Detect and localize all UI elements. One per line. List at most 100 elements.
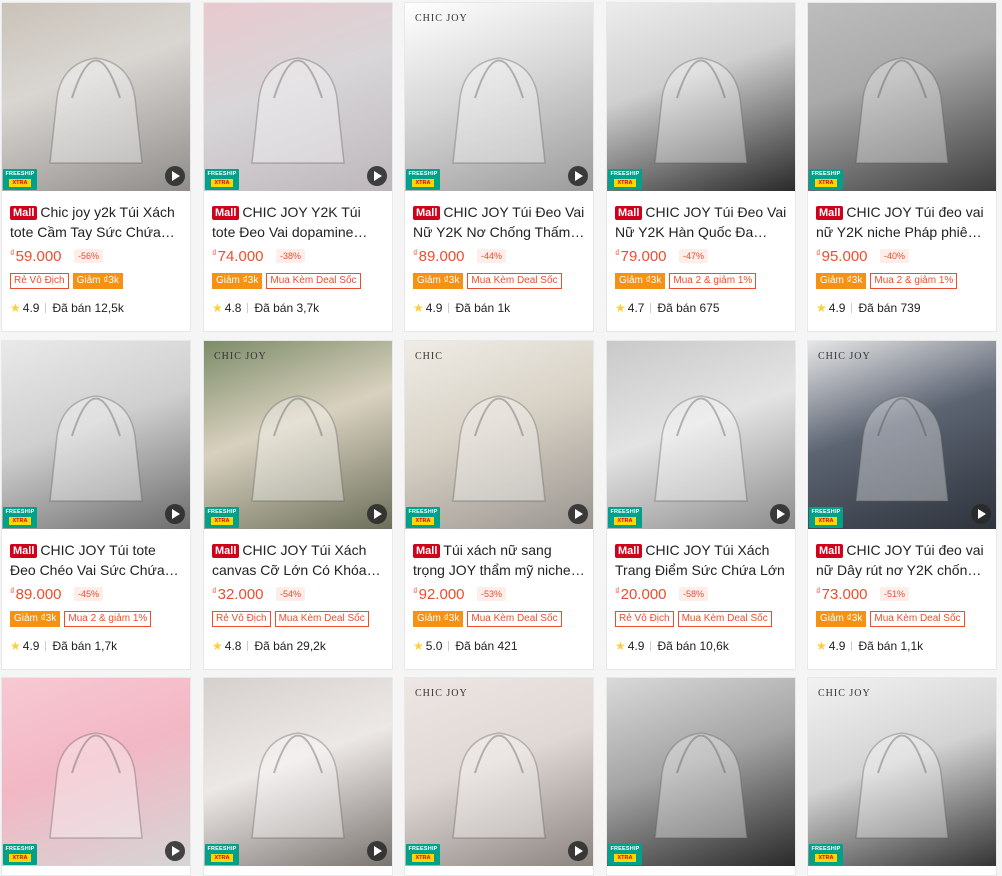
product-price: 89.000 — [15, 586, 62, 603]
product-title[interactable]: Mall CHIC JOY Túi đeo vai nữ Dây rút nơ Y… — [816, 540, 988, 580]
product-title[interactable]: Mall CHIC JOY Túi Xách canvas Cỡ Lớn Có K… — [212, 540, 384, 580]
product-title[interactable]: Mall Chic joy y2k Túi Xách tote Cầm Tay S… — [10, 202, 182, 242]
product-card[interactable]: FREESHIP XTRA Mall CHIC JOY Túi tote Đeo … — [1, 340, 191, 670]
bag-illustration — [855, 57, 949, 164]
currency-symbol: ₫ — [10, 248, 15, 258]
promo-tags: Rẻ Vô Địch Giảm ₫3k — [10, 273, 127, 289]
promo-tag: Giảm ₫3k — [10, 611, 61, 627]
product-image[interactable]: FREESHIP XTRA — [2, 678, 190, 866]
divider — [650, 303, 652, 313]
product-card[interactable]: CHIC FREESHIP XTRA Mall Túi xách nữ sang … — [404, 340, 594, 670]
play-video-icon[interactable] — [367, 504, 387, 524]
rating-row: ★ 4.9 Đã bán 1k — [413, 301, 510, 315]
freeship-xtra-badge: FREESHIP XTRA — [3, 169, 37, 190]
promo-tags: Giảm ₫3k Mua 2 & giảm 1% — [10, 611, 155, 627]
product-image[interactable]: CHIC JOY FREESHIP XTRA — [405, 678, 593, 866]
product-card[interactable]: FREESHIP XTRA Mall CHIC JOY Túi đeo vai n… — [807, 2, 997, 332]
play-video-icon[interactable] — [568, 504, 588, 524]
product-image[interactable]: CHIC JOY FREESHIP XTRA — [808, 678, 996, 866]
bag-illustration — [855, 732, 949, 839]
product-image[interactable]: FREESHIP XTRA — [607, 678, 795, 866]
rating-row: ★ 4.9 Đã bán 12,5k — [10, 301, 124, 315]
star-icon: ★ — [413, 639, 424, 653]
product-image[interactable]: FREESHIP XTRA — [607, 341, 795, 529]
bag-illustration — [452, 57, 546, 164]
play-video-icon[interactable] — [568, 166, 588, 186]
product-card[interactable]: FREESHIP XTRA — [1, 677, 191, 876]
bag-illustration — [654, 57, 748, 164]
rating-value: 4.9 — [828, 639, 846, 653]
promo-tags: Giảm ₫3k Mua Kèm Deal Sốc — [816, 611, 969, 627]
price-row: ₫59.000 -56% — [10, 248, 103, 268]
product-title[interactable]: Mall CHIC JOY Túi Xách Trang Điểm Sức Chứ… — [615, 540, 787, 580]
product-image[interactable]: FREESHIP XTRA — [808, 3, 996, 191]
rating-row: ★ 4.9 Đã bán 1,7k — [10, 639, 117, 653]
divider — [851, 641, 853, 651]
sold-count: Đã bán 421 — [455, 639, 518, 653]
play-video-icon[interactable] — [367, 166, 387, 186]
product-image[interactable]: FREESHIP XTRA — [204, 3, 392, 191]
rating-value: 4.8 — [224, 301, 242, 315]
divider — [851, 303, 853, 313]
promo-tag: Giảm ₫3k — [413, 273, 464, 289]
product-card[interactable]: CHIC JOY FREESHIP XTRA Mall CHIC JOY Túi … — [404, 2, 594, 332]
product-title[interactable]: Mall CHIC JOY Túi đeo vai nữ Y2K niche Ph… — [816, 202, 988, 242]
product-image[interactable]: CHIC JOY FREESHIP XTRA — [204, 341, 392, 529]
promo-tag: Mua 2 & giảm 1% — [870, 273, 958, 289]
product-title[interactable]: Mall Túi xách nữ sang trọng JOY thẩm mỹ n… — [413, 540, 585, 580]
product-card[interactable]: CHIC JOY FREESHIP XTRA — [807, 677, 997, 876]
product-card[interactable]: FREESHIP XTRA — [203, 677, 393, 876]
freeship-xtra-badge: FREESHIP XTRA — [608, 844, 642, 865]
price-row: ₫73.000 -51% — [816, 586, 909, 606]
play-video-icon[interactable] — [165, 841, 185, 861]
promo-tags: Giảm ₫3k Mua 2 & giảm 1% — [816, 273, 961, 289]
product-card[interactable]: FREESHIP XTRA Mall CHIC JOY Túi Xách Tran… — [606, 340, 796, 670]
product-image[interactable]: CHIC JOY FREESHIP XTRA — [808, 341, 996, 529]
product-image[interactable]: CHIC JOY FREESHIP XTRA — [405, 3, 593, 191]
product-price: 32.000 — [217, 586, 264, 603]
rating-value: 4.9 — [425, 301, 443, 315]
brand-watermark: CHIC JOY — [415, 13, 468, 24]
play-video-icon[interactable] — [770, 504, 790, 524]
mall-badge: Mall — [816, 544, 844, 558]
rating-row: ★ 4.8 Đã bán 29,2k — [212, 639, 326, 653]
rating-value: 4.8 — [224, 639, 242, 653]
play-video-icon[interactable] — [165, 166, 185, 186]
product-card[interactable]: CHIC JOY FREESHIP XTRA — [404, 677, 594, 876]
play-video-icon[interactable] — [568, 841, 588, 861]
play-video-icon[interactable] — [165, 504, 185, 524]
product-title[interactable]: Mall CHIC JOY Y2K Túi tote Đeo Vai dopami… — [212, 202, 384, 242]
product-image[interactable]: FREESHIP XTRA — [607, 3, 795, 191]
product-title[interactable]: Mall CHIC JOY Túi Đeo Vai Nữ Y2K Hàn Quốc… — [615, 202, 787, 242]
product-image[interactable]: FREESHIP XTRA — [2, 3, 190, 191]
product-image[interactable]: FREESHIP XTRA — [2, 341, 190, 529]
price-row: ₫20.000 -58% — [615, 586, 708, 606]
mall-badge: Mall — [615, 544, 643, 558]
promo-tags: Rẻ Vô Địch Mua Kèm Deal Sốc — [615, 611, 776, 627]
product-card[interactable]: CHIC JOY FREESHIP XTRA Mall CHIC JOY Túi … — [807, 340, 997, 670]
product-title[interactable]: Mall CHIC JOY Túi tote Đeo Chéo Vai Sức C… — [10, 540, 182, 580]
product-card[interactable]: FREESHIP XTRA — [606, 677, 796, 876]
freeship-xtra-badge: FREESHIP XTRA — [608, 169, 642, 190]
product-image[interactable]: CHIC FREESHIP XTRA — [405, 341, 593, 529]
play-video-icon[interactable] — [971, 504, 991, 524]
product-card[interactable]: FREESHIP XTRA Mall CHIC JOY Túi Đeo Vai N… — [606, 2, 796, 332]
play-video-icon[interactable] — [367, 841, 387, 861]
discount-badge: -38% — [275, 249, 305, 263]
promo-tag: Mua Kèm Deal Sốc — [274, 611, 369, 627]
product-title[interactable]: Mall CHIC JOY Túi Đeo Vai Nữ Y2K Nơ Chống… — [413, 202, 585, 242]
currency-symbol: ₫ — [413, 586, 418, 596]
product-price: 59.000 — [15, 248, 62, 265]
star-icon: ★ — [615, 301, 626, 315]
promo-tag: Mua Kèm Deal Sốc — [266, 273, 361, 289]
product-card[interactable]: FREESHIP XTRA Mall CHIC JOY Y2K Túi tote … — [203, 2, 393, 332]
promo-tags: Giảm ₫3k Mua Kèm Deal Sốc — [413, 273, 566, 289]
bag-illustration — [49, 57, 143, 164]
product-card[interactable]: FREESHIP XTRA Mall Chic joy y2k Túi Xách … — [1, 2, 191, 332]
product-image[interactable]: FREESHIP XTRA — [204, 678, 392, 866]
mall-badge: Mall — [413, 544, 441, 558]
product-card[interactable]: CHIC JOY FREESHIP XTRA Mall CHIC JOY Túi … — [203, 340, 393, 670]
sold-count: Đã bán 10,6k — [657, 639, 729, 653]
star-icon: ★ — [816, 639, 827, 653]
mall-badge: Mall — [816, 206, 844, 220]
